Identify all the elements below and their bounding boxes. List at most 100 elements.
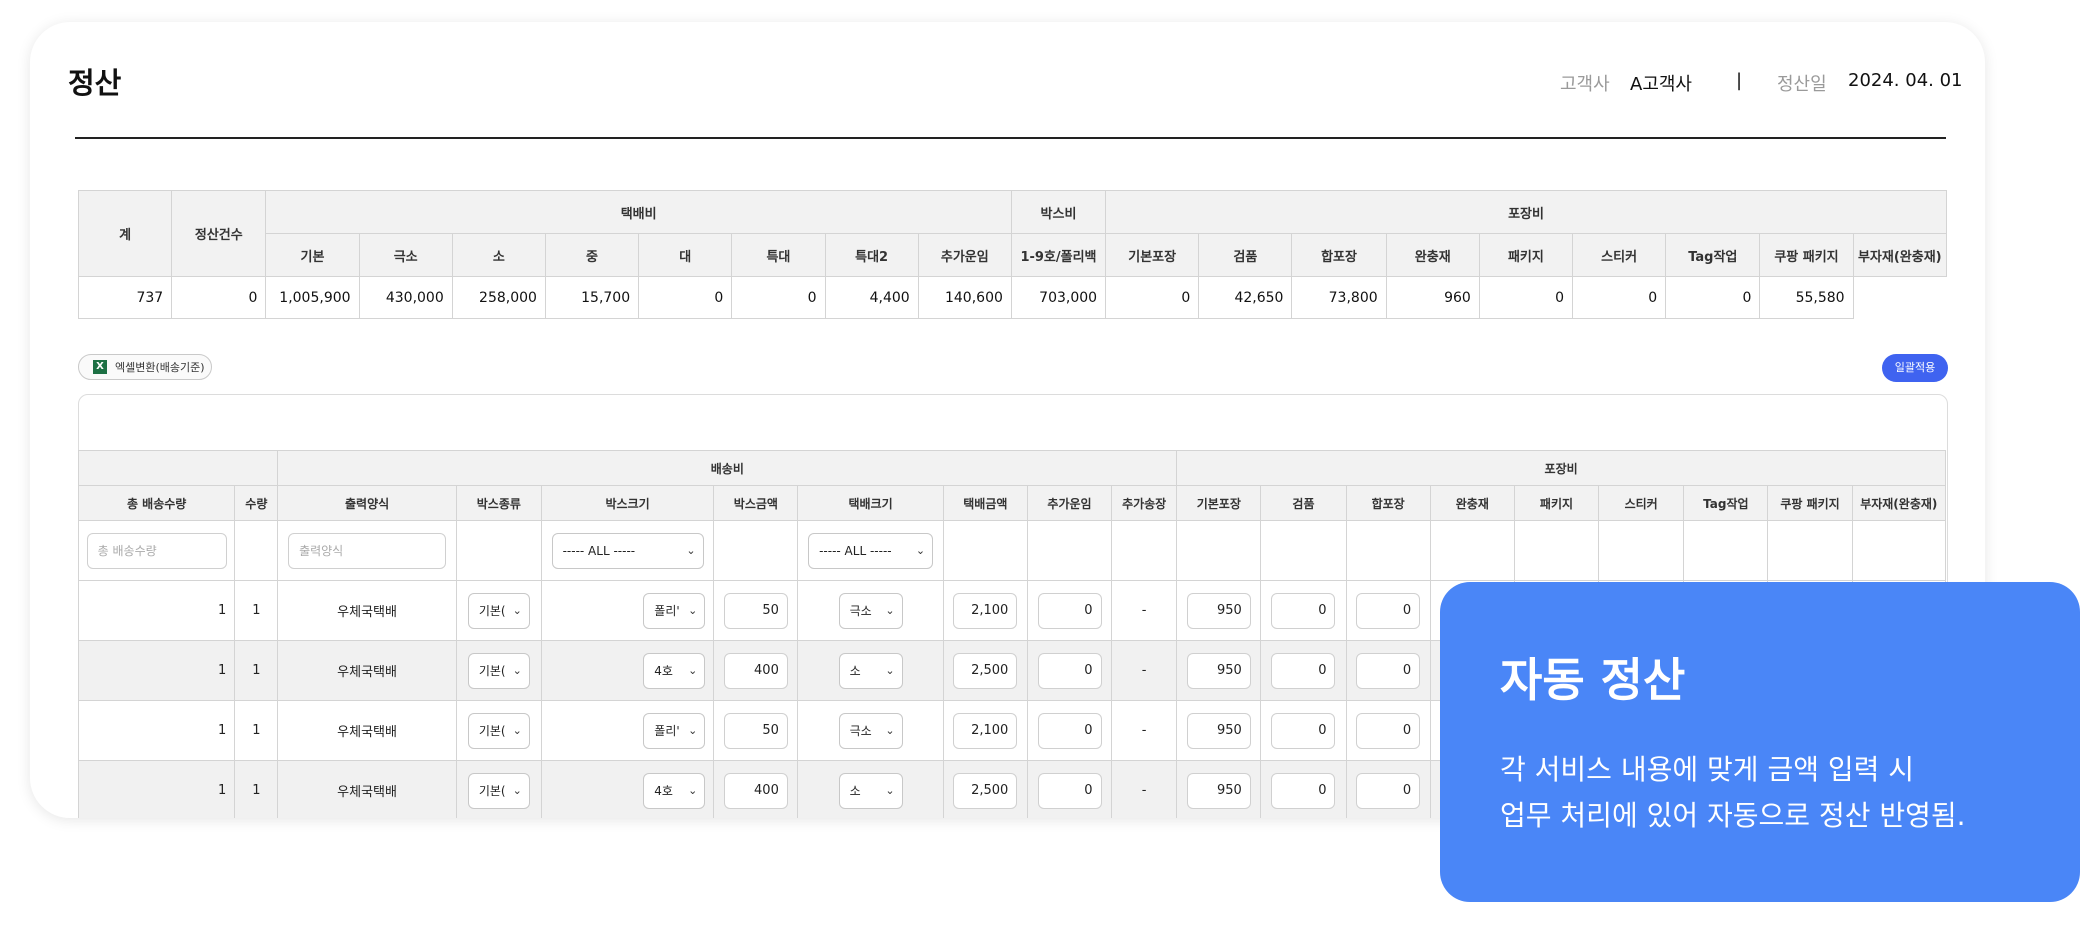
detail-col: 부자재(완충재) bbox=[1851, 485, 1947, 521]
row-combine-input[interactable]: 0 bbox=[1356, 712, 1421, 749]
row-combine-input[interactable]: 0 bbox=[1356, 592, 1421, 629]
row-parcelamt-input[interactable]: 2,500 bbox=[953, 652, 1018, 689]
row-parcelamt-input[interactable]: 2,500 bbox=[953, 772, 1018, 809]
row-qty: 1 bbox=[252, 723, 261, 738]
row-basic-pack-input[interactable]: 950 bbox=[1186, 772, 1251, 809]
row-combine-input[interactable]: 0 bbox=[1356, 652, 1421, 689]
summary-value: 55,580 bbox=[1759, 276, 1854, 319]
row-basic-pack-input[interactable]: 950 bbox=[1186, 652, 1251, 689]
filter-boxsize-select[interactable]: ----- ALL ----- ⌄ bbox=[551, 532, 704, 569]
row-extra-input[interactable]: 0 bbox=[1037, 652, 1102, 689]
table-cell: 1 bbox=[77, 580, 236, 641]
filter-parcel-select[interactable]: ----- ALL ----- ⌄ bbox=[808, 532, 934, 569]
row-parcelamt-input[interactable]: 2,100 bbox=[953, 592, 1018, 629]
table-cell: 1 bbox=[77, 640, 236, 701]
row-inspect-input[interactable]: 0 bbox=[1271, 772, 1336, 809]
chevron-down-icon: ⌄ bbox=[885, 603, 895, 617]
summary-col: 패키지 bbox=[1478, 233, 1574, 277]
row-form: 우체국택배 bbox=[337, 725, 397, 740]
row-boxtype-select[interactable]: 기본( ⌄ bbox=[467, 772, 530, 809]
summary-col: 특대 bbox=[731, 233, 826, 277]
summary-group-box: 박스비 bbox=[1010, 190, 1107, 234]
summary-total-label: 계 bbox=[77, 190, 173, 277]
excel-icon: X bbox=[93, 360, 107, 374]
row-extra-input[interactable]: 0 bbox=[1037, 592, 1102, 629]
bulk-apply-button[interactable]: 일괄적용 bbox=[1882, 354, 1948, 382]
detail-col: 추가운임 bbox=[1026, 485, 1113, 521]
table-cell: 0 bbox=[1345, 580, 1431, 641]
row-boxsize-select[interactable]: 폴리' ⌄ bbox=[643, 712, 706, 749]
summary-col: 검품 bbox=[1198, 233, 1293, 277]
filter-parcel-value: ----- ALL ----- bbox=[819, 543, 892, 558]
table-cell: 1 bbox=[234, 580, 279, 641]
summary-value: 960 bbox=[1385, 276, 1480, 319]
filter-total-input[interactable]: 총 배송수량 bbox=[86, 532, 227, 569]
detail-col: 택배크기 bbox=[797, 485, 944, 521]
row-combine-input[interactable]: 0 bbox=[1356, 772, 1421, 809]
summary-value: 0 bbox=[1105, 276, 1200, 319]
row-qty: 1 bbox=[252, 603, 261, 618]
chevron-down-icon: ⌄ bbox=[688, 723, 698, 737]
table-cell: 950 bbox=[1176, 580, 1262, 641]
row-basic-pack-input[interactable]: 950 bbox=[1186, 592, 1251, 629]
row-boxamt-input[interactable]: 400 bbox=[723, 652, 788, 689]
callout-line-2: 업무 처리에 있어 자동으로 정산 반영됨. bbox=[1500, 799, 1966, 832]
row-boxsize-select[interactable]: 4호 ⌄ bbox=[643, 652, 706, 689]
row-parcel-select[interactable]: 소 ⌄ bbox=[838, 652, 903, 689]
row-parcel-select[interactable]: 소 ⌄ bbox=[838, 772, 903, 809]
table-cell: 0 bbox=[1345, 640, 1431, 701]
callout-line-1: 각 서비스 내용에 맞게 금액 입력 시 bbox=[1500, 753, 1915, 786]
detail-col: 쿠팡 패키지 bbox=[1767, 485, 1853, 521]
table-cell: 극소 ⌄ bbox=[797, 700, 944, 761]
summary-value: 1,005,900 bbox=[265, 276, 360, 319]
feature-callout: 자동 정산 각 서비스 내용에 맞게 금액 입력 시 업무 처리에 있어 자동으… bbox=[1440, 582, 2080, 902]
row-parcelamt-input[interactable]: 2,100 bbox=[953, 712, 1018, 749]
detail-col: 합포장 bbox=[1345, 485, 1431, 521]
row-boxtype-select[interactable]: 기본(⌄ bbox=[467, 712, 530, 749]
row-extra-input[interactable]: 0 bbox=[1037, 772, 1102, 809]
detail-col: 박스크기 bbox=[540, 485, 715, 521]
table-cell: 0 bbox=[1026, 700, 1113, 761]
summary-col: 기본 bbox=[265, 233, 360, 277]
excel-export-label: 엑셀변환(배송기준) bbox=[115, 361, 205, 374]
summary-count-value: 737 bbox=[77, 276, 173, 319]
row-extra-input[interactable]: 0 bbox=[1037, 712, 1102, 749]
summary-col: 1-9호/폴리백 bbox=[1010, 233, 1107, 277]
table-cell: 400 bbox=[713, 760, 799, 818]
row-parcel-select[interactable]: 극소 ⌄ bbox=[838, 592, 903, 629]
table-cell: 50 bbox=[713, 700, 799, 761]
row-boxsize-select[interactable]: 4호 ⌄ bbox=[643, 772, 706, 809]
row-inspect-input[interactable]: 0 bbox=[1271, 712, 1336, 749]
row-boxamt-input[interactable]: 50 bbox=[723, 592, 788, 629]
row-total: 1 bbox=[218, 663, 227, 678]
row-parcel-value: 극소 bbox=[849, 603, 872, 618]
table-cell: 기본(⌄ bbox=[455, 580, 542, 641]
table-cell: 0 bbox=[1260, 700, 1347, 761]
summary-value: 703,000 bbox=[1010, 276, 1107, 319]
row-boxtype-select[interactable]: 기본(⌄ bbox=[467, 652, 530, 689]
table-cell: 0 bbox=[1026, 760, 1113, 818]
table-cell: - bbox=[1111, 580, 1178, 641]
excel-export-button[interactable]: X 엑셀변환(배송기준) bbox=[78, 354, 212, 380]
table-cell: 0 bbox=[1260, 640, 1347, 701]
filter-cell bbox=[1598, 520, 1685, 581]
row-basic-pack-input[interactable]: 950 bbox=[1186, 712, 1251, 749]
row-inspect-input[interactable]: 0 bbox=[1271, 592, 1336, 629]
row-boxsize-select[interactable]: 폴리' ⌄ bbox=[643, 592, 706, 629]
filter-cell bbox=[1767, 520, 1853, 581]
row-boxamt-input[interactable]: 50 bbox=[723, 712, 788, 749]
filter-cell bbox=[1513, 520, 1600, 581]
detail-col: 패키지 bbox=[1513, 485, 1600, 521]
detail-col: 검품 bbox=[1260, 485, 1347, 521]
row-boxtype-select[interactable]: 기본(⌄ bbox=[467, 592, 530, 629]
row-boxtype-value: 기본( bbox=[478, 783, 506, 798]
summary-value: 0 bbox=[731, 276, 826, 319]
table-cell: - bbox=[1111, 640, 1178, 701]
filter-form-input[interactable]: 출력양식 bbox=[288, 532, 447, 569]
row-boxamt-input[interactable]: 400 bbox=[723, 772, 788, 809]
summary-col: 완충재 bbox=[1385, 233, 1480, 277]
row-inspect-input[interactable]: 0 bbox=[1271, 652, 1336, 689]
row-parcel-select[interactable]: 극소 ⌄ bbox=[838, 712, 903, 749]
chevron-down-icon: ⌄ bbox=[512, 783, 522, 797]
table-cell: 기본( ⌄ bbox=[455, 760, 542, 818]
